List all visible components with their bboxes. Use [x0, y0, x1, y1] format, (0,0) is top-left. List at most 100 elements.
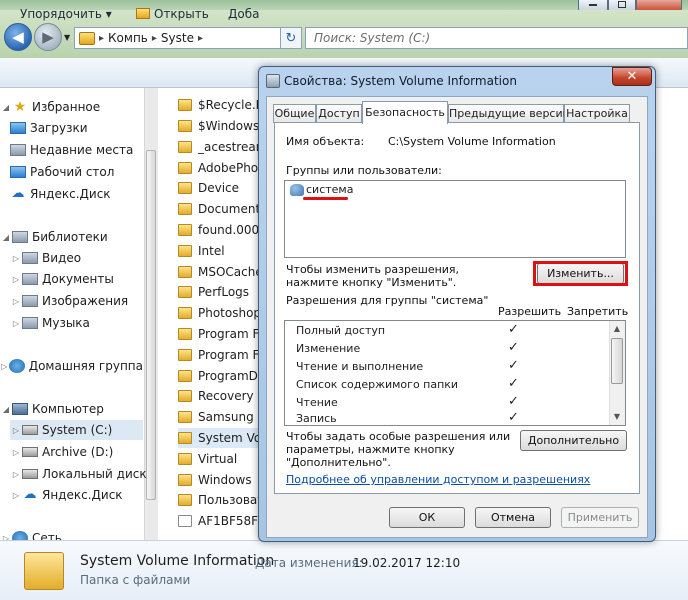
list-item[interactable]: Program Files: [178, 345, 268, 365]
list-item[interactable]: Documents: [178, 199, 268, 219]
open-button[interactable]: Открыть: [136, 7, 209, 21]
file-name: _acestream: [198, 140, 268, 154]
folder-icon: [178, 494, 192, 506]
list-item-selected[interactable]: System Volume: [178, 428, 268, 448]
object-name-label: Имя объекта:: [286, 135, 365, 148]
chevron-right-icon[interactable]: ▸: [198, 33, 203, 44]
nav-label: System (C:): [42, 423, 113, 437]
address-bar[interactable]: ▸ Компь ▸ Syste ▸ ▼: [74, 27, 300, 49]
tab-sharing[interactable]: Доступ: [316, 104, 362, 123]
nav-item-computer[interactable]: ◢ Компьютер: [0, 399, 143, 419]
list-item[interactable]: Device: [178, 178, 268, 198]
nav-item-documents[interactable]: ▷ Документы: [10, 269, 153, 289]
advanced-button[interactable]: Дополнительно: [520, 430, 627, 451]
back-button[interactable]: ◀: [4, 23, 32, 51]
list-item[interactable]: AF1BF58F8: [178, 511, 268, 531]
cancel-button[interactable]: Отмена: [475, 507, 551, 528]
expand-arrow-icon[interactable]: ▷: [10, 491, 22, 500]
nav-item-video[interactable]: ▷ Видео: [10, 248, 153, 268]
check-icon: ✓: [508, 358, 519, 373]
tab-previous-versions[interactable]: Предыдущие версии: [448, 104, 570, 123]
nav-item-homegroup[interactable]: ▷ Домашняя группа: [0, 356, 143, 376]
nav-item-favorites[interactable]: ◢ ★ Избранное: [0, 97, 143, 117]
change-hint-line2: нажмите кнопку "Изменить".: [286, 276, 457, 289]
recent-pages-dropdown[interactable]: ▼: [64, 33, 70, 42]
list-item[interactable]: found.000: [178, 220, 268, 240]
breadcrumb-system[interactable]: Syste: [161, 31, 194, 45]
list-item[interactable]: Virtual: [178, 449, 268, 469]
list-item[interactable]: _acestream: [178, 137, 268, 157]
list-item[interactable]: Recovery: [178, 386, 268, 406]
list-item[interactable]: Пользователи: [178, 490, 268, 510]
list-item[interactable]: Samsung: [178, 407, 268, 427]
expand-arrow-icon[interactable]: ▷: [10, 275, 22, 284]
list-item[interactable]: MSOCache: [178, 262, 268, 282]
file-name: Documents: [198, 202, 267, 216]
nav-item-images[interactable]: ▷ Изображения: [10, 291, 153, 311]
nav-item-system-c[interactable]: ▷ System (C:): [10, 420, 143, 440]
expand-arrow-icon[interactable]: ▷: [0, 362, 9, 371]
organize-button[interactable]: Упорядочить ▾: [20, 7, 112, 21]
help-link[interactable]: Подробнее об управлении доступом и разре…: [286, 473, 590, 486]
refresh-button[interactable]: ↻: [280, 27, 302, 49]
expand-arrow-icon[interactable]: ▷: [10, 448, 22, 457]
list-item[interactable]: Photoshop: [178, 303, 268, 323]
groups-label: Группы или пользователи:: [286, 164, 442, 177]
nav-item-recent[interactable]: Недавние места: [10, 140, 153, 160]
tab-general[interactable]: Общие: [273, 104, 316, 123]
expand-arrow-icon[interactable]: ◢: [0, 405, 12, 414]
expand-arrow-icon[interactable]: ▷: [10, 426, 22, 435]
nav-item-yandex-disk-pc[interactable]: ▷ ☁ Яндекс.Диск: [10, 485, 153, 505]
chevron-right-icon[interactable]: ▸: [152, 33, 157, 44]
expand-arrow-icon[interactable]: ▷: [10, 297, 22, 306]
permission-name: Изменение: [296, 342, 361, 355]
scroll-down-icon[interactable]: ▼: [609, 409, 625, 425]
chevron-right-icon[interactable]: ▸: [99, 33, 104, 44]
list-item[interactable]: Program Files: [178, 324, 268, 344]
list-item[interactable]: ProgramData: [178, 366, 268, 386]
list-item[interactable]: $Recycle.Bin: [178, 95, 268, 115]
expand-arrow-icon[interactable]: ◢: [0, 233, 12, 242]
dialog-close-button[interactable]: ✕: [612, 67, 652, 86]
list-item[interactable]: Intel: [178, 241, 268, 261]
list-item[interactable]: AdobePhotoshop: [178, 158, 268, 178]
add-to-library-button[interactable]: Доба: [228, 7, 259, 21]
nav-item-libraries[interactable]: ◢ Библиотеки: [0, 227, 143, 247]
nav-item-music[interactable]: ▷ Музыка: [10, 313, 153, 333]
scroll-up-icon[interactable]: ▲: [609, 321, 625, 337]
tab-security[interactable]: Безопасность: [362, 101, 448, 124]
nav-item-desktop[interactable]: Рабочий стол: [10, 162, 153, 182]
expand-arrow-icon[interactable]: ◢: [0, 103, 12, 112]
list-item[interactable]: PerfLogs: [178, 282, 268, 302]
expand-arrow-icon[interactable]: ▷: [10, 470, 22, 479]
nav-item-yandex-disk[interactable]: ☁ Яндекс.Диск: [10, 184, 153, 204]
nav-item-local-disk[interactable]: ▷ Локальный диск: [10, 464, 153, 484]
ok-button[interactable]: ОК: [389, 507, 465, 528]
change-hint-line1: Чтобы изменить разрешения,: [286, 263, 460, 276]
table-row: Запись ✓: [296, 410, 596, 425]
libraries-icon: [12, 231, 28, 243]
drive-icon: [22, 469, 38, 479]
apply-button[interactable]: Применить: [561, 507, 639, 528]
downloads-icon: [10, 122, 26, 134]
nav-item-archive-d[interactable]: ▷ Archive (D:): [10, 442, 153, 462]
expand-arrow-icon[interactable]: ▷: [10, 254, 22, 263]
permissions-scrollbar-thumb[interactable]: [611, 338, 623, 384]
list-item[interactable]: Windows: [178, 470, 268, 490]
search-input[interactable]: Поиск: System (C:): [305, 27, 688, 49]
nav-item-downloads[interactable]: Загрузки: [10, 118, 153, 138]
forward-button[interactable]: ▶: [34, 23, 62, 51]
permission-name: Запись: [296, 412, 337, 425]
nav-label: Видео: [42, 251, 82, 265]
check-icon: ✓: [508, 340, 519, 355]
breadcrumb-computer[interactable]: Компь: [108, 31, 148, 45]
file-name: PerfLogs: [198, 285, 250, 299]
nav-label: Домашняя группа: [28, 359, 143, 373]
drive-icon: [22, 425, 38, 435]
list-item[interactable]: $Windows.~BT: [178, 116, 268, 136]
homegroup-icon: [8, 359, 25, 373]
expand-arrow-icon[interactable]: ▷: [10, 319, 22, 328]
folder-shortcut-icon: [178, 203, 192, 215]
group-item-system[interactable]: система: [290, 183, 353, 196]
tab-customize[interactable]: Настройка: [564, 104, 630, 123]
